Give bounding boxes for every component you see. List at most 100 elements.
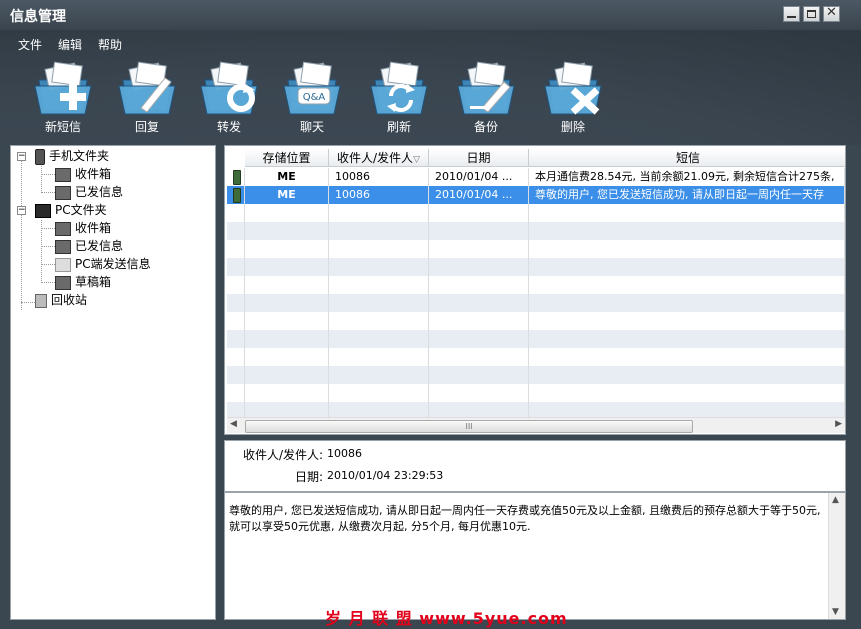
menu-edit[interactable]: 编辑 [58,36,82,53]
pc-folder-label: PC文件夹 [55,203,107,217]
phone-icon [233,188,241,203]
column-header-date[interactable]: 日期 [429,149,529,167]
phone-folder-expander[interactable]: − [17,152,26,161]
pc-folder-expander[interactable]: − [17,206,26,215]
column-header-contact-label: 收件人/发件人 [337,151,414,165]
tree-recycle-bin[interactable]: 回收站 [35,291,87,309]
empty-row[interactable] [227,348,845,366]
empty-cell [245,204,329,222]
contact-label: 收件人/发件人: [243,448,324,462]
cell-location: ME [245,168,329,186]
recycle-bin-icon [35,293,47,308]
empty-cell [329,366,429,384]
horizontal-scrollbar[interactable]: ◀ III ▶ [227,417,845,433]
column-header-location[interactable]: 存储位置 [245,149,329,167]
tree-phone-sent[interactable]: 已发信息 [55,183,123,201]
empty-cell [329,348,429,366]
phone-icon [35,148,45,165]
empty-row[interactable] [227,366,845,384]
empty-cell [529,330,845,348]
row-phone-icon [227,366,245,384]
empty-cell [529,312,845,330]
scroll-left-arrow[interactable]: ◀ [230,419,237,429]
tree-phone-inbox[interactable]: 收件箱 [55,165,111,183]
empty-row[interactable] [227,294,845,312]
tree-phone-sent-label: 已发信息 [75,185,124,199]
menu-help[interactable]: 帮助 [98,36,122,53]
svg-text:Q&A: Q&A [303,92,326,103]
tree-pc-folder[interactable]: PC文件夹 [35,201,107,219]
empty-cell [245,330,329,348]
row-phone-icon [227,222,245,240]
envelope-icon [55,257,71,272]
scroll-thumb[interactable]: III [245,420,693,433]
sort-icon: ▽ [413,155,420,165]
tree-pc-sent[interactable]: 已发信息 [55,237,123,255]
empty-cell [529,258,845,276]
message-body-panel[interactable]: 尊敬的用户, 您已发送短信成功, 请从即日起一周内任一天存费或充值50元及以上金… [224,492,846,620]
close-icon: ✕ [826,5,837,20]
scroll-thumb-grip: III [465,422,473,431]
tree-pc-outbox[interactable]: PC端发送信息 [55,255,151,273]
minimize-button[interactable] [783,6,800,22]
column-header-contact[interactable]: 收件人/发件人▽ [329,149,429,167]
menu-bar: 文件 编辑 帮助 [0,30,861,54]
empty-row[interactable] [227,258,845,276]
phone-folder-label: 手机文件夹 [49,149,110,163]
forward-button[interactable]: 转发 [194,60,264,136]
empty-cell [429,276,529,294]
scroll-up-arrow[interactable]: ▲ [832,495,839,505]
empty-cell [329,204,429,222]
chat-icon: Q&A [283,61,341,115]
empty-row[interactable] [227,240,845,258]
refresh-button[interactable]: 刷新 [364,60,434,136]
empty-row[interactable] [227,312,845,330]
scroll-right-arrow[interactable]: ▶ [835,419,842,429]
empty-cell [529,384,845,402]
close-button[interactable]: ✕ [823,6,840,22]
empty-row[interactable] [227,384,845,402]
empty-row[interactable] [227,204,845,222]
empty-cell [245,258,329,276]
empty-row[interactable] [227,276,845,294]
empty-cell [429,204,529,222]
table-row[interactable]: ME 10086 2010/01/04 ... 本月通信费28.54元, 当前余额21… [227,168,845,186]
cell-contact: 10086 [329,186,429,204]
tree-pc-drafts[interactable]: 草稿箱 [55,273,111,291]
backup-button[interactable]: 备份 [451,60,521,136]
empty-cell [329,276,429,294]
chat-button[interactable]: Q&A 聊天 [277,60,347,136]
vertical-scrollbar[interactable]: ▲ ▼ [828,493,845,619]
reply-button[interactable]: 回复 [112,60,182,136]
cell-contact: 10086 [329,168,429,186]
cell-message: 尊敬的用户, 您已发送短信成功, 请从即日起一周内任一天存 [529,186,845,204]
tree-phone-folder[interactable]: 手机文件夹 [35,147,109,165]
row-phone-icon [227,258,245,276]
empty-cell [329,294,429,312]
empty-row[interactable] [227,222,845,240]
cell-message: 本月通信费28.54元, 当前余额21.09元, 剩余短信合计275条, [529,168,845,186]
scroll-down-arrow[interactable]: ▼ [832,607,839,617]
column-header-message[interactable]: 短信 [529,149,845,167]
backup-icon [457,61,515,115]
new-message-label: 新短信 [44,120,81,134]
tree-pc-inbox[interactable]: 收件箱 [55,219,111,237]
empty-cell [245,384,329,402]
empty-cell [429,222,529,240]
menu-file[interactable]: 文件 [18,36,42,53]
message-list[interactable]: 存储位置 收件人/发件人▽ 日期 短信 ME 10086 2010/01/04 ..… [224,145,846,435]
delete-button[interactable]: 删除 [538,60,608,136]
phone-icon [233,170,241,185]
drafts-icon [55,275,71,290]
tree-pc-inbox-label: 收件箱 [75,221,112,235]
empty-cell [329,384,429,402]
new-message-button[interactable]: 新短信 [28,60,98,136]
empty-cell [429,348,529,366]
watermark: 岁 月 联 盟 www.5yue.com [325,609,568,628]
cell-date: 2010/01/04 ... [429,168,529,186]
table-row[interactable]: ME 10086 2010/01/04 ... 尊敬的用户, 您已发送短信成功, 请从… [227,186,845,204]
folder-tree[interactable]: − 手机文件夹 收件箱 已发信息 − PC文件夹 收件箱 已发信息 PC端发送信… [10,145,216,620]
empty-row[interactable] [227,330,845,348]
empty-cell [529,204,845,222]
maximize-button[interactable] [803,6,820,22]
